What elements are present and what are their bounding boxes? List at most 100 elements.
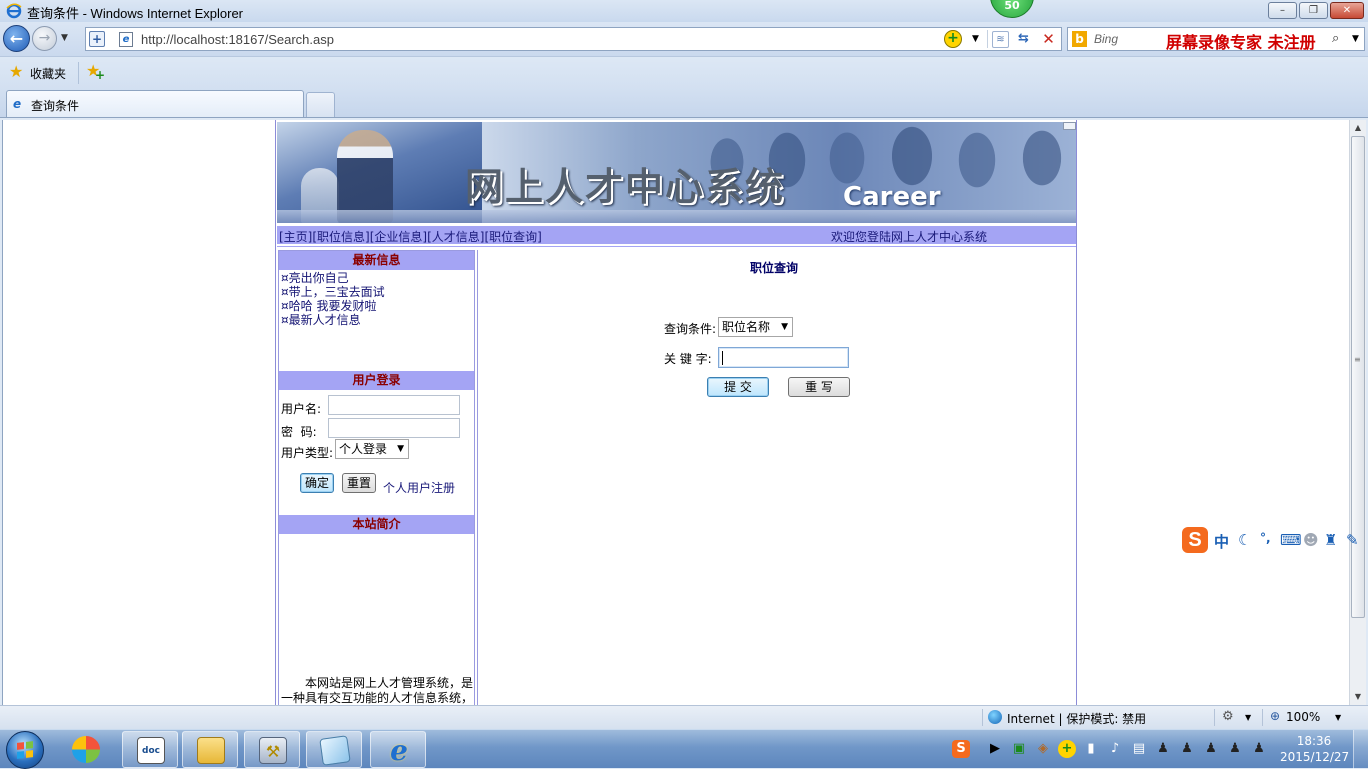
condition-select[interactable]: 职位名称 ▼	[718, 317, 793, 337]
network-app-icon[interactable]: ▣	[1010, 740, 1028, 758]
news-item[interactable]: ¤最新人才信息	[281, 313, 385, 327]
news-list: ¤亮出你自己 ¤带上，三宝去面试 ¤哈哈 我要发财啦 ¤最新人才信息	[281, 271, 385, 327]
shirt-icon[interactable]: ♜	[1324, 531, 1337, 549]
qq-icon[interactable]: ♟	[1202, 740, 1220, 758]
reset-button[interactable]: 重 写	[788, 377, 850, 397]
intro-text: 本网站是网上人才管理系统，是一种具有交互功能的人才信息系统，	[281, 676, 474, 705]
nav-link-talent[interactable]: [人才信息]	[427, 230, 484, 244]
show-desktop-button[interactable]	[1353, 730, 1368, 769]
forward-button[interactable]: →	[32, 26, 57, 51]
pinwheel-app-icon	[72, 736, 100, 763]
wrench-icon[interactable]: ✎	[1346, 531, 1359, 549]
nav-link-home[interactable]: [主页]	[279, 230, 312, 244]
rss-feed-icon[interactable]: ≋	[992, 31, 1009, 48]
play-icon[interactable]: ▶	[986, 740, 1004, 758]
taskbar-app-pinwheel[interactable]	[58, 731, 114, 768]
vertical-scrollbar[interactable]: ▲ ≡ ▼	[1349, 120, 1366, 705]
user-type-value: 个人登录	[339, 442, 388, 456]
search-icon[interactable]: ⌕	[1332, 31, 1339, 46]
settings-dropdown-icon[interactable]: ▼	[1245, 713, 1251, 722]
nav-link-job-search[interactable]: [职位查询]	[485, 230, 542, 244]
register-link[interactable]: 个人用户注册	[383, 479, 455, 496]
sogou-tray-icon[interactable]: S	[952, 740, 970, 758]
taskbar-app-tools[interactable]: ⚒	[244, 731, 300, 768]
clipboard-icon[interactable]: ▤	[1130, 740, 1148, 758]
search-box[interactable]: b Bing 屏幕录像专家 未注册 ⌕ ▼	[1067, 27, 1365, 52]
column-divider	[477, 250, 478, 705]
keyword-input[interactable]	[718, 347, 849, 368]
submit-button[interactable]: 提 交	[707, 377, 769, 397]
login-reset-button[interactable]: 重置	[342, 473, 376, 493]
address-bar[interactable]: + e http://localhost:18167/Search.asp + …	[85, 27, 1062, 51]
qq-icon[interactable]: ♟	[1154, 740, 1172, 758]
favorites-star-icon[interactable]: ★	[9, 64, 23, 80]
notification-badge[interactable]: 50	[990, 0, 1034, 18]
add-favorite-icon[interactable]: ★	[86, 63, 106, 84]
qq-icon[interactable]: ♟	[1226, 740, 1244, 758]
clock[interactable]: 18:36 2015/12/27	[1280, 733, 1349, 765]
stop-icon[interactable]: ✕	[1040, 31, 1057, 48]
compat-tray-icon[interactable]: +	[1058, 740, 1076, 758]
new-tab-button[interactable]	[306, 92, 335, 117]
settings-icon[interactable]: ⚙	[1222, 709, 1234, 724]
clock-time: 18:36	[1296, 734, 1332, 748]
login-confirm-button[interactable]: 确定	[300, 473, 334, 493]
forward-arrow-icon: →	[38, 30, 51, 46]
qq-icon[interactable]: ♟	[1250, 740, 1268, 758]
zoom-dropdown-icon[interactable]: ▼	[1335, 713, 1341, 722]
scroll-grip-icon: ≡	[1354, 355, 1361, 364]
ime-mode[interactable]: 中	[1214, 531, 1229, 552]
security-app-icon[interactable]: ◈	[1034, 740, 1052, 758]
nav-link-jobs[interactable]: [职位信息]	[312, 230, 369, 244]
folder-icon	[197, 737, 225, 764]
minimize-button[interactable]: –	[1268, 2, 1297, 19]
user-type-select[interactable]: 个人登录 ▼	[335, 439, 409, 459]
windows-logo-icon	[17, 741, 33, 759]
username-input[interactable]	[328, 395, 460, 415]
taskbar-app-explorer[interactable]	[182, 731, 238, 768]
banner-subtitle: Career	[843, 182, 941, 212]
zoom-level[interactable]: 100%	[1286, 710, 1320, 724]
close-window-button[interactable]: ✕	[1330, 2, 1364, 19]
signal-icon[interactable]: ▮	[1082, 740, 1100, 758]
security-shield-icon[interactable]: +	[89, 31, 105, 47]
taskbar-app-notes[interactable]	[306, 731, 362, 768]
news-item[interactable]: ¤带上，三宝去面试	[281, 285, 385, 299]
keyboard-icon[interactable]: ⌨	[1280, 531, 1302, 549]
scroll-down-icon[interactable]: ▼	[1350, 689, 1366, 705]
news-item[interactable]: ¤哈哈 我要发财啦	[281, 299, 385, 313]
back-arrow-icon: ←	[9, 29, 24, 48]
url-text[interactable]: http://localhost:18167/Search.asp	[141, 32, 334, 47]
volume-icon[interactable]: ♪	[1106, 740, 1124, 758]
nav-link-companies[interactable]: [企业信息]	[370, 230, 427, 244]
sogou-logo-icon[interactable]: S	[1182, 527, 1208, 553]
password-input[interactable]	[328, 418, 460, 438]
search-placeholder[interactable]: Bing	[1094, 32, 1118, 46]
security-zone[interactable]: Internet | 保护模式: 禁用	[1007, 710, 1146, 727]
punctuation-icon[interactable]: °,	[1260, 531, 1271, 545]
status-separator	[982, 709, 983, 726]
recorder-watermark: 屏幕录像专家 未注册	[1166, 33, 1316, 52]
favorites-bar: ★ 收藏夹 ★	[0, 56, 1368, 88]
search-dropdown-icon[interactable]: ▼	[1352, 34, 1359, 44]
start-button[interactable]	[6, 731, 44, 769]
back-button[interactable]: ←	[3, 25, 30, 52]
taskbar-app-ie[interactable]: e	[370, 731, 426, 768]
history-dropdown-icon[interactable]: ▼	[61, 33, 68, 43]
restore-button[interactable]: ❐	[1299, 2, 1328, 19]
favorites-button[interactable]: 收藏夹	[30, 65, 66, 82]
zoom-icon[interactable]: ⊕	[1270, 709, 1280, 723]
scroll-up-icon[interactable]: ▲	[1350, 120, 1366, 136]
moon-icon[interactable]: ☾	[1238, 531, 1251, 549]
user-icon[interactable]: ☻	[1303, 531, 1319, 549]
tab-search-conditions[interactable]: e 查询条件	[6, 90, 304, 117]
news-item[interactable]: ¤亮出你自己	[281, 271, 385, 285]
refresh-icon[interactable]: ⇆	[1015, 31, 1032, 48]
qq-icon[interactable]: ♟	[1178, 740, 1196, 758]
banner-close-icon[interactable]	[1063, 122, 1076, 130]
news-heading: 最新信息	[279, 251, 474, 270]
compatibility-view-icon[interactable]: +	[944, 30, 962, 48]
taskbar-app-document[interactable]: doc	[122, 731, 178, 768]
address-dropdown-icon[interactable]: ▼	[972, 34, 979, 44]
tab-page-icon: e	[13, 97, 22, 111]
